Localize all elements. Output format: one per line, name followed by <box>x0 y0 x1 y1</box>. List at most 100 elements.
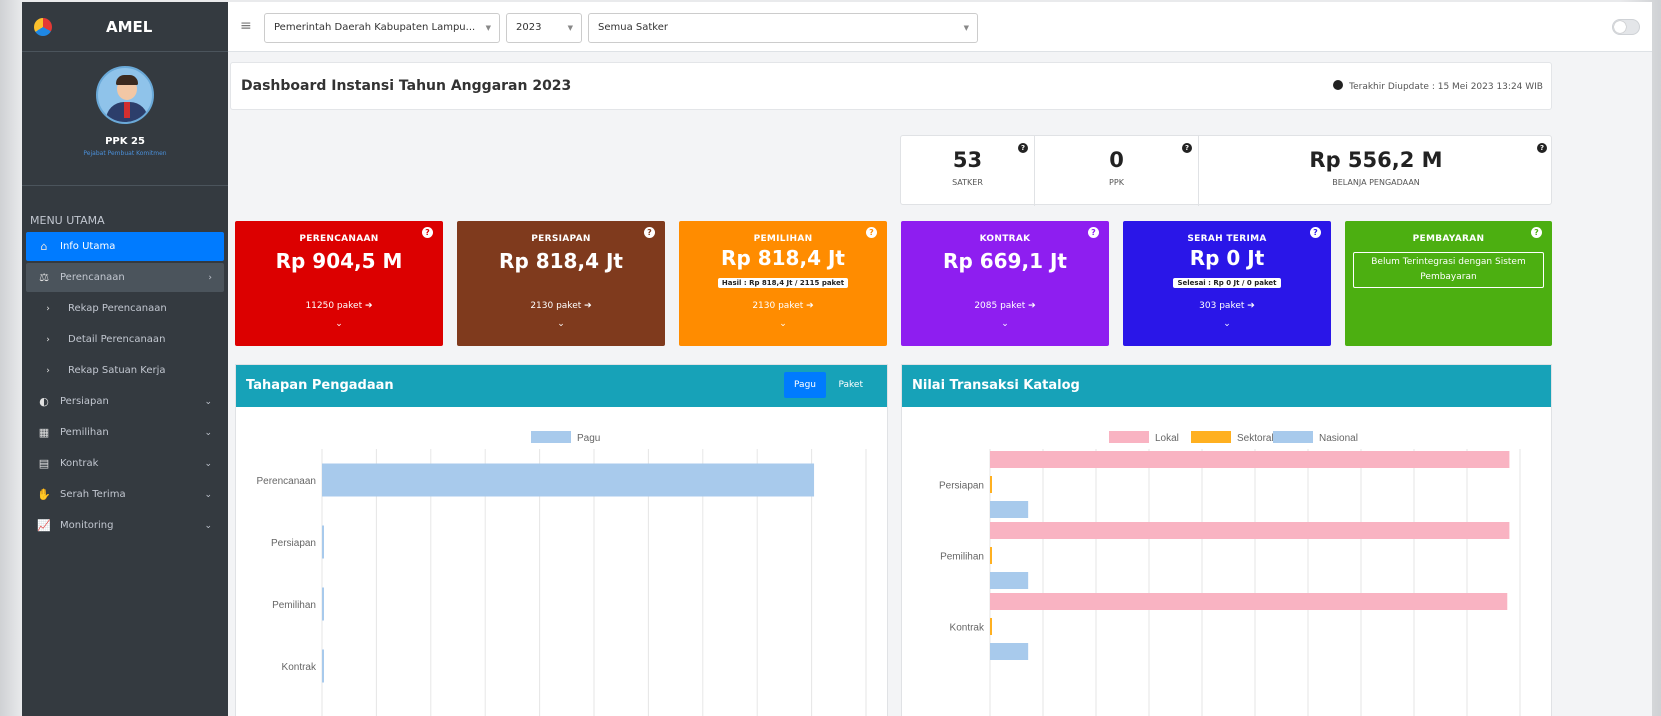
phase-pemilihan[interactable]: ? PEMILIHAN Rp 818,4 Jt Hasil : Rp 818,4… <box>679 221 887 346</box>
arrow-circle-right-icon: ➔ <box>365 301 373 311</box>
chevron-down-icon[interactable]: ⌄ <box>1123 319 1331 329</box>
phase-paket: 11250 paket <box>305 301 363 311</box>
phase-pembayaran[interactable]: ? PEMBAYARAN Belum Terintegrasi dengan S… <box>1345 221 1552 346</box>
avatar[interactable] <box>96 66 154 124</box>
instansi-select[interactable]: Pemerintah Daerah Kabupaten Lampu... ▼ <box>264 13 500 43</box>
phase-paket-link[interactable]: 2130 paket ➔ <box>679 301 887 311</box>
sidebar-item-monitoring[interactable]: 📈 Monitoring ⌄ <box>26 511 224 540</box>
year-select-value: 2023 <box>516 22 542 33</box>
stat-label: BELANJA PENGADAAN <box>1332 178 1420 187</box>
help-icon[interactable]: ? <box>1537 143 1547 153</box>
brand[interactable]: AMEL <box>22 2 228 52</box>
chevron-down-icon[interactable]: ⌄ <box>901 319 1109 329</box>
caret-down-icon: ▼ <box>485 24 491 32</box>
phase-value: Rp 818,4 Jt <box>721 246 845 270</box>
phase-value: Rp 669,1 Jt <box>943 249 1067 273</box>
phase-serah-terima[interactable]: ? SERAH TERIMA Rp 0 Jt Selesai : Rp 0 Jt… <box>1123 221 1331 346</box>
arrow-circle-right-icon: ➔ <box>584 301 592 311</box>
menu-header: MENU UTAMA <box>30 214 105 227</box>
legend-label: Lokal <box>1155 433 1179 444</box>
stat-label: PPK <box>1109 178 1124 187</box>
topbar: ≡ Pemerintah Daerah Kabupaten Lampu... ▼… <box>228 2 1652 52</box>
arrow-circle-right-icon: ➔ <box>1247 301 1255 311</box>
phase-paket-link[interactable]: 2130 paket ➔ <box>457 301 665 311</box>
chevron-down-icon[interactable]: ⌄ <box>457 319 665 329</box>
chevron-down-icon[interactable]: ⌄ <box>679 319 887 329</box>
help-icon[interactable]: ? <box>866 227 877 238</box>
phase-persiapan[interactable]: ? PERSIAPAN Rp 818,4 Jt 2130 paket ➔ ⌄ <box>457 221 665 346</box>
sidebar-item-detail-perencanaan[interactable]: › Detail Perencanaan <box>26 325 224 354</box>
help-icon[interactable]: ? <box>644 227 655 238</box>
phase-note: Belum Terintegrasi dengan Sistem Pembaya… <box>1353 252 1544 288</box>
sidebar-item-info-utama[interactable]: ⌂ Info Utama <box>26 232 224 261</box>
bar <box>990 522 1510 539</box>
year-select[interactable]: 2023 ▼ <box>506 13 582 43</box>
bar <box>322 587 324 621</box>
sidebar-item-persiapan[interactable]: ◐ Persiapan ⌄ <box>26 387 224 416</box>
phase-perencanaan[interactable]: ? PERENCANAAN Rp 904,5 M 11250 paket ➔ ⌄ <box>235 221 443 346</box>
legend-swatch <box>1191 431 1231 443</box>
legend-swatch <box>531 431 571 443</box>
category-label: Persiapan <box>939 481 984 492</box>
sidebar-item-kontrak[interactable]: ▤ Kontrak ⌄ <box>26 449 224 478</box>
bar <box>990 618 992 635</box>
tahapan-header: Tahapan Pengadaan Pagu Paket <box>236 365 887 407</box>
phase-paket-link[interactable]: 303 paket ➔ <box>1123 301 1331 311</box>
category-label: Kontrak <box>282 662 317 673</box>
hamburger-menu-icon[interactable]: ≡ <box>240 18 252 34</box>
bar <box>990 593 1508 610</box>
dark-mode-toggle[interactable] <box>1612 19 1640 35</box>
help-icon[interactable]: ? <box>1018 143 1028 153</box>
handshake-icon: ✋ <box>37 488 51 501</box>
category-label: Pemilihan <box>272 600 316 611</box>
scale-icon: ⚖ <box>39 271 49 284</box>
app-logo-icon <box>34 17 52 36</box>
phase-title: PEMBAYARAN <box>1412 234 1485 244</box>
help-icon[interactable]: ? <box>1310 227 1321 238</box>
sidebar-item-label: Serah Terima <box>60 489 126 500</box>
sidebar-item-perencanaan[interactable]: ⚖ Perencanaan › <box>26 263 224 292</box>
phase-note: Selesai : Rp 0 Jt / 0 paket <box>1173 278 1281 288</box>
user-name: PPK 25 <box>105 136 145 147</box>
stat-value: 0 <box>1109 148 1124 172</box>
sidebar-item-rekap-satuan-kerja[interactable]: › Rekap Satuan Kerja <box>26 356 224 385</box>
sidebar-item-pemilihan[interactable]: ▦ Pemilihan ⌄ <box>26 418 224 447</box>
phase-paket-link[interactable]: 2085 paket ➔ <box>901 301 1109 311</box>
legend-label: Nasional <box>1319 433 1358 444</box>
chevron-down-icon: ⌄ <box>204 396 212 407</box>
satker-select[interactable]: Semua Satker ▼ <box>588 13 978 43</box>
page-title: Dashboard Instansi Tahun Anggaran 2023 <box>241 78 572 94</box>
category-label: Perencanaan <box>257 476 317 487</box>
phase-title: KONTRAK <box>979 234 1031 244</box>
sidebar-item-serah-terima[interactable]: ✋ Serah Terima ⌄ <box>26 480 224 509</box>
sidebar-item-rekap-perencanaan[interactable]: › Rekap Perencanaan <box>26 294 224 323</box>
phase-note: Hasil : Rp 818,4 Jt / 2115 paket <box>717 278 849 288</box>
last-updated-text: Terakhir Diupdate : 15 Mei 2023 13:24 WI… <box>1349 82 1543 92</box>
stat-ppk: 0 PPK ? <box>1035 136 1199 206</box>
arrow-circle-right-icon: ➔ <box>806 301 814 311</box>
katalog-header: Nilai Transaksi Katalog <box>902 365 1551 407</box>
chevron-down-icon: ⌄ <box>204 489 212 500</box>
phase-title: PERENCANAAN <box>299 234 379 244</box>
legend-swatch <box>1109 431 1149 443</box>
help-icon[interactable]: ? <box>1531 227 1542 238</box>
tab-paket[interactable]: Paket <box>829 372 874 398</box>
help-icon[interactable]: ? <box>422 227 433 238</box>
sidebar: AMEL PPK 25 Pejabat Pembuat Komitmen MEN… <box>22 2 228 716</box>
line-chart-icon: 📈 <box>37 519 51 532</box>
bar <box>322 525 324 559</box>
phase-kontrak[interactable]: ? KONTRAK Rp 669,1 Jt 2085 paket ➔ ⌄ <box>901 221 1109 346</box>
category-label: Kontrak <box>950 623 985 634</box>
chevron-down-icon[interactable]: ⌄ <box>235 319 443 329</box>
app-name: AMEL <box>106 17 153 36</box>
phase-paket-link[interactable]: 11250 paket ➔ <box>235 301 443 311</box>
help-icon[interactable]: ? <box>1088 227 1099 238</box>
calendar-check-icon: ▦ <box>38 426 50 439</box>
phase-value: Rp 818,4 Jt <box>499 249 623 273</box>
satker-select-value: Semua Satker <box>598 22 668 33</box>
user-panel: PPK 25 Pejabat Pembuat Komitmen <box>22 66 228 186</box>
tab-pagu[interactable]: Pagu <box>784 372 826 398</box>
help-icon[interactable]: ? <box>1182 143 1192 153</box>
bar <box>990 451 1510 468</box>
panel-title: Tahapan Pengadaan <box>246 378 394 393</box>
